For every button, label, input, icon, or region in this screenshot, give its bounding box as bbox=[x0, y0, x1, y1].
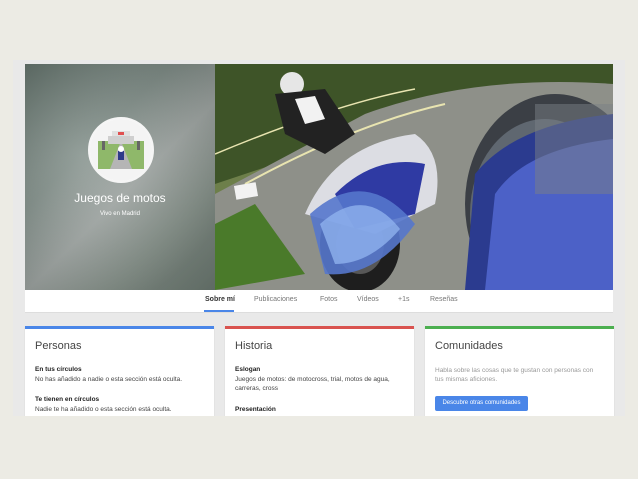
tab-videos[interactable]: Vídeos bbox=[357, 296, 379, 303]
card-title: Personas bbox=[35, 340, 82, 352]
profile-location: Vivo en Madrid bbox=[100, 211, 140, 217]
tab-publicaciones[interactable]: Publicaciones bbox=[254, 296, 297, 303]
motorcycle-photo bbox=[215, 64, 613, 290]
card-description: Habla sobre las cosas que te gustan con … bbox=[435, 367, 594, 383]
profile-name: Juegos de motos bbox=[74, 191, 166, 205]
card-accent-bar bbox=[425, 326, 614, 329]
discover-communities-button[interactable]: Descubre otras comunidades bbox=[435, 396, 528, 411]
section-text: Nadie te ha añadido o esta sección está … bbox=[35, 406, 172, 413]
avatar[interactable] bbox=[88, 117, 154, 183]
card-accent-bar bbox=[25, 326, 214, 329]
tab-plus-ones[interactable]: +1s bbox=[398, 296, 409, 303]
section-title: Te tienen en círculos bbox=[35, 396, 100, 403]
card-personas: Personas En tus círculos No has añadido … bbox=[25, 326, 214, 416]
section-text: No has añadido a nadie o esta sección es… bbox=[35, 376, 183, 383]
tab-resenas[interactable]: Reseñas bbox=[430, 296, 458, 303]
active-tab-indicator bbox=[204, 310, 234, 312]
tab-sobre-mi[interactable]: Sobre mí bbox=[205, 296, 235, 303]
profile-tabs: Sobre mí Publicaciones Fotos Vídeos +1s … bbox=[25, 290, 613, 313]
section-title: Eslogan bbox=[235, 366, 261, 373]
card-comunidades: Comunidades Habla sobre las cosas que te… bbox=[425, 326, 614, 416]
card-title: Comunidades bbox=[435, 340, 503, 352]
profile-page: Juegos de motos Vivo en Madrid Sobre mí … bbox=[13, 60, 625, 416]
cover-photo bbox=[215, 64, 613, 290]
avatar-image bbox=[90, 119, 152, 181]
section-title: Presentación bbox=[235, 406, 276, 413]
card-historia: Historia Eslogan Juegos de motos: de mot… bbox=[225, 326, 414, 416]
tab-fotos[interactable]: Fotos bbox=[320, 296, 338, 303]
section-text: Juegos de motos: de motocross, trial, mo… bbox=[235, 376, 390, 392]
card-accent-bar bbox=[225, 326, 414, 329]
cover: Juegos de motos Vivo en Madrid bbox=[25, 64, 613, 290]
card-title: Historia bbox=[235, 340, 273, 352]
section-title: En tus círculos bbox=[35, 366, 82, 373]
